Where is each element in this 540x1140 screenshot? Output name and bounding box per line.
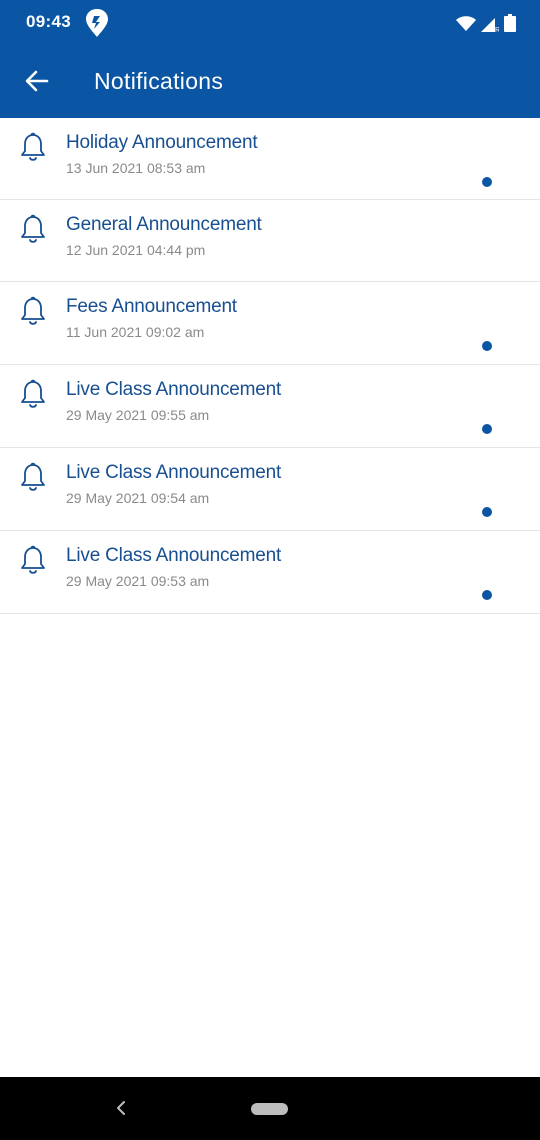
bell-icon xyxy=(21,296,45,325)
status-time: 09:43 xyxy=(26,12,71,31)
notification-title: Fees Announcement xyxy=(66,296,237,317)
notification-list: Holiday Announcement 13 Jun 2021 08:53 a… xyxy=(0,118,540,614)
bell-icon xyxy=(21,379,45,408)
system-nav-bar xyxy=(0,1077,540,1140)
notification-item[interactable]: Holiday Announcement 13 Jun 2021 08:53 a… xyxy=(0,118,540,200)
bell-icon xyxy=(21,462,45,491)
notification-time: 29 May 2021 09:55 am xyxy=(66,407,210,423)
status-bar: 09:43 R xyxy=(0,0,540,46)
notification-item[interactable]: Live Class Announcement 29 May 2021 09:5… xyxy=(0,448,540,531)
back-button[interactable] xyxy=(18,62,56,100)
notification-item[interactable]: Fees Announcement 11 Jun 2021 09:02 am xyxy=(0,282,540,365)
battery-icon xyxy=(504,14,516,32)
notification-title: Holiday Announcement xyxy=(66,132,258,153)
arrow-left-icon xyxy=(25,70,49,92)
notification-item[interactable]: Live Class Announcement 29 May 2021 09:5… xyxy=(0,531,540,614)
notification-time: 11 Jun 2021 09:02 am xyxy=(66,324,205,340)
status-icons: R xyxy=(456,12,516,32)
notification-title: Live Class Announcement xyxy=(66,462,282,483)
unread-dot xyxy=(482,177,492,187)
notification-title: General Announcement xyxy=(66,214,262,235)
bell-icon xyxy=(21,545,45,574)
notification-title: Live Class Announcement xyxy=(66,545,282,566)
unread-dot xyxy=(482,341,492,351)
bell-icon xyxy=(21,214,45,243)
unread-dot xyxy=(482,590,492,600)
signal-icon: R xyxy=(481,18,499,32)
app-logo-icon xyxy=(86,9,108,37)
notification-time: 29 May 2021 09:53 am xyxy=(66,573,210,589)
home-pill-icon[interactable] xyxy=(251,1103,288,1115)
notification-item[interactable]: General Announcement 12 Jun 2021 04:44 p… xyxy=(0,200,540,282)
notification-title: Live Class Announcement xyxy=(66,379,282,400)
bell-icon xyxy=(21,132,45,161)
page-title: Notifications xyxy=(94,68,224,94)
notification-time: 13 Jun 2021 08:53 am xyxy=(66,160,206,176)
notification-item[interactable]: Live Class Announcement 29 May 2021 09:5… xyxy=(0,365,540,448)
nav-back-icon[interactable] xyxy=(112,1097,130,1119)
app-bar: Notifications xyxy=(0,46,540,118)
unread-dot xyxy=(482,507,492,517)
notification-time: 12 Jun 2021 04:44 pm xyxy=(66,242,206,258)
notification-time: 29 May 2021 09:54 am xyxy=(66,490,210,506)
wifi-icon xyxy=(456,16,476,31)
unread-dot xyxy=(482,424,492,434)
signal-label: R xyxy=(495,27,499,32)
